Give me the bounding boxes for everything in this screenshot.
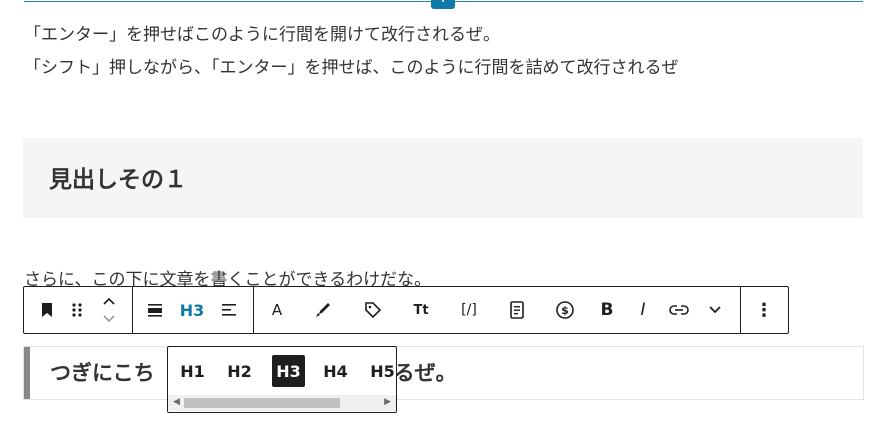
shortcode-button[interactable]: [/] xyxy=(456,287,482,333)
heading-left-border xyxy=(24,347,30,399)
heading-text-1[interactable]: 見出しその１ xyxy=(49,160,187,194)
heading-level-button[interactable]: H3 xyxy=(174,287,210,333)
text-color-button[interactable]: A xyxy=(264,287,290,333)
heading-level-popover: H1 H2 H3 H4 H5 ◀ ▶ xyxy=(167,346,397,413)
move-up-down-icon[interactable] xyxy=(96,287,122,333)
typography-button[interactable]: Tt xyxy=(408,287,434,333)
chevron-down-icon[interactable] xyxy=(702,287,728,333)
heading-block-2[interactable]: つぎにこち するぜ。 xyxy=(23,346,864,400)
heading-level-h5[interactable]: H5 xyxy=(366,355,396,387)
toolbar-separator xyxy=(253,287,254,333)
bold-button[interactable]: B xyxy=(594,287,620,333)
heading-text-2-left: つぎにこち xyxy=(50,361,155,385)
align-icon[interactable] xyxy=(142,287,168,333)
scroll-right-arrow-icon[interactable]: ▶ xyxy=(384,397,391,407)
more-options-icon[interactable]: ⋮ xyxy=(751,287,777,333)
paragraph-2[interactable]: 「シフト」押しながら、「エンター」を押せば、このように行間を詰めて改行されるぜ xyxy=(24,53,679,78)
toolbar-separator xyxy=(740,287,741,333)
insert-block-button[interactable]: + xyxy=(431,0,455,9)
toolbar-separator xyxy=(132,287,133,333)
highlighter-icon[interactable] xyxy=(310,287,336,333)
text-align-icon[interactable] xyxy=(216,287,242,333)
tag-icon[interactable] xyxy=(360,287,386,333)
block-toolbar: H3 A Tt [/] $ B I ⋮ xyxy=(23,286,789,334)
scroll-left-arrow-icon[interactable]: ◀ xyxy=(173,397,180,407)
horizontal-scrollbar[interactable]: ◀ ▶ xyxy=(168,395,396,411)
paragraph-1[interactable]: 「エンター」を押せばこのように行間を開けて改行されるぜ。 xyxy=(24,20,500,45)
italic-button[interactable]: I xyxy=(630,287,656,333)
dollar-circle-icon[interactable]: $ xyxy=(552,287,578,333)
heading-level-h3[interactable]: H3 xyxy=(272,355,305,387)
document-icon[interactable] xyxy=(504,287,530,333)
bookmark-icon[interactable] xyxy=(34,287,60,333)
heading-level-h1[interactable]: H1 xyxy=(176,355,209,387)
scrollbar-thumb[interactable] xyxy=(184,398,340,408)
heading-block-1[interactable]: 見出しその１ xyxy=(23,138,863,218)
link-icon[interactable] xyxy=(666,287,692,333)
heading-level-h2[interactable]: H2 xyxy=(223,355,256,387)
heading-level-h4[interactable]: H4 xyxy=(319,355,352,387)
drag-handle-icon[interactable] xyxy=(64,287,90,333)
svg-text:$: $ xyxy=(561,304,569,317)
